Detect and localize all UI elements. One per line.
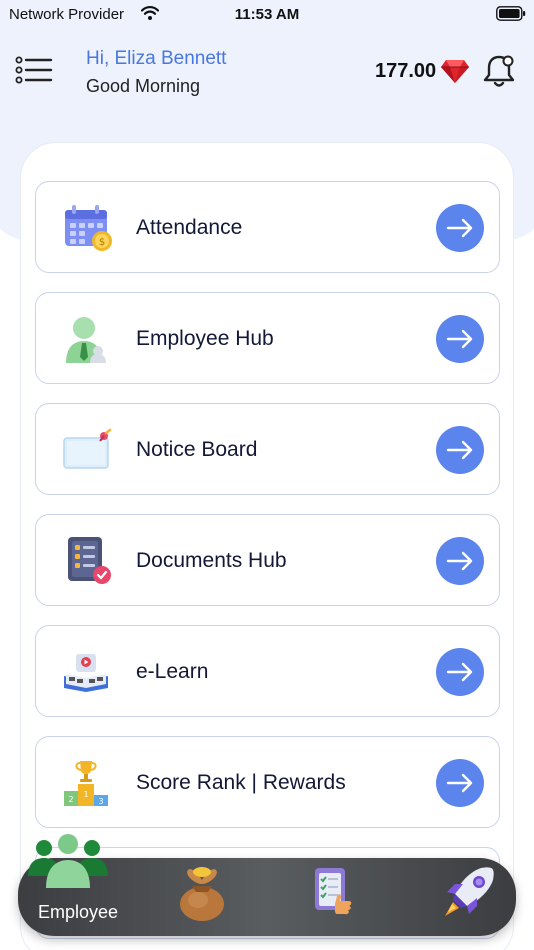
menu-item-label: Score Rank | Rewards xyxy=(136,771,346,794)
nav-tasks[interactable] xyxy=(303,858,373,936)
svg-text:2: 2 xyxy=(68,795,73,804)
menu-item-label: e-Learn xyxy=(136,660,209,683)
menu-item-e-learn[interactable]: e-Learn xyxy=(35,625,500,717)
arrow-right-icon[interactable] xyxy=(436,648,484,696)
documents-checklist-icon xyxy=(68,537,111,584)
header: Hi, Eliza Bennett Good Morning 177.00 xyxy=(0,44,534,108)
rocket-icon xyxy=(445,867,494,916)
bottom-navigation: Employee xyxy=(18,834,516,936)
svg-text:1: 1 xyxy=(83,790,88,799)
notice-board-icon xyxy=(63,428,112,469)
greeting-subtitle: Good Morning xyxy=(86,76,201,96)
status-bar: Network Provider 11:53 AM xyxy=(0,0,534,30)
notification-bell-icon[interactable] xyxy=(482,53,516,89)
arrow-right-icon[interactable] xyxy=(436,426,484,474)
nav-rewards[interactable] xyxy=(168,858,248,936)
menu-item-label: Attendance xyxy=(136,216,243,239)
arrow-right-icon[interactable] xyxy=(436,315,484,363)
nav-employee-label: Employee xyxy=(38,902,119,922)
ruby-gem-icon xyxy=(441,60,469,83)
menu-item-attendance[interactable]: $ Attendance xyxy=(35,181,500,273)
clipboard-thumbs-up-icon xyxy=(315,868,352,915)
arrow-right-icon[interactable] xyxy=(436,204,484,252)
menu-item-label: Notice Board xyxy=(136,438,258,461)
money-bag-icon xyxy=(180,867,224,921)
points-balance[interactable]: 177.00 xyxy=(375,60,436,83)
svg-text:3: 3 xyxy=(98,797,103,806)
book-video-icon xyxy=(64,654,108,692)
calendar-coin-icon: $ xyxy=(65,205,112,251)
employee-group-icon xyxy=(28,834,108,888)
menu-item-score-rank-rewards[interactable]: 2 1 3 Score Rank | Rewards xyxy=(35,736,500,828)
greeting-name: Hi, Eliza Bennett xyxy=(86,48,227,69)
menu-item-label: Employee Hub xyxy=(136,327,274,350)
arrow-right-icon[interactable] xyxy=(436,537,484,585)
hamburger-menu-icon[interactable] xyxy=(14,54,54,86)
clock: 11:53 AM xyxy=(234,6,300,23)
menu-item-notice-board[interactable]: Notice Board xyxy=(35,403,500,495)
menu-item-employee-hub[interactable]: Employee Hub xyxy=(35,292,500,384)
podium-trophy-icon: 2 1 3 xyxy=(64,761,108,806)
nav-growth[interactable] xyxy=(433,858,513,936)
menu-item-label: Documents Hub xyxy=(136,549,287,572)
svg-text:$: $ xyxy=(99,237,105,248)
nav-employee[interactable]: Employee xyxy=(18,834,138,936)
menu-item-documents-hub[interactable]: Documents Hub xyxy=(35,514,500,606)
employee-avatar-icon xyxy=(66,317,106,363)
battery-icon xyxy=(496,6,526,21)
arrow-right-icon[interactable] xyxy=(436,759,484,807)
